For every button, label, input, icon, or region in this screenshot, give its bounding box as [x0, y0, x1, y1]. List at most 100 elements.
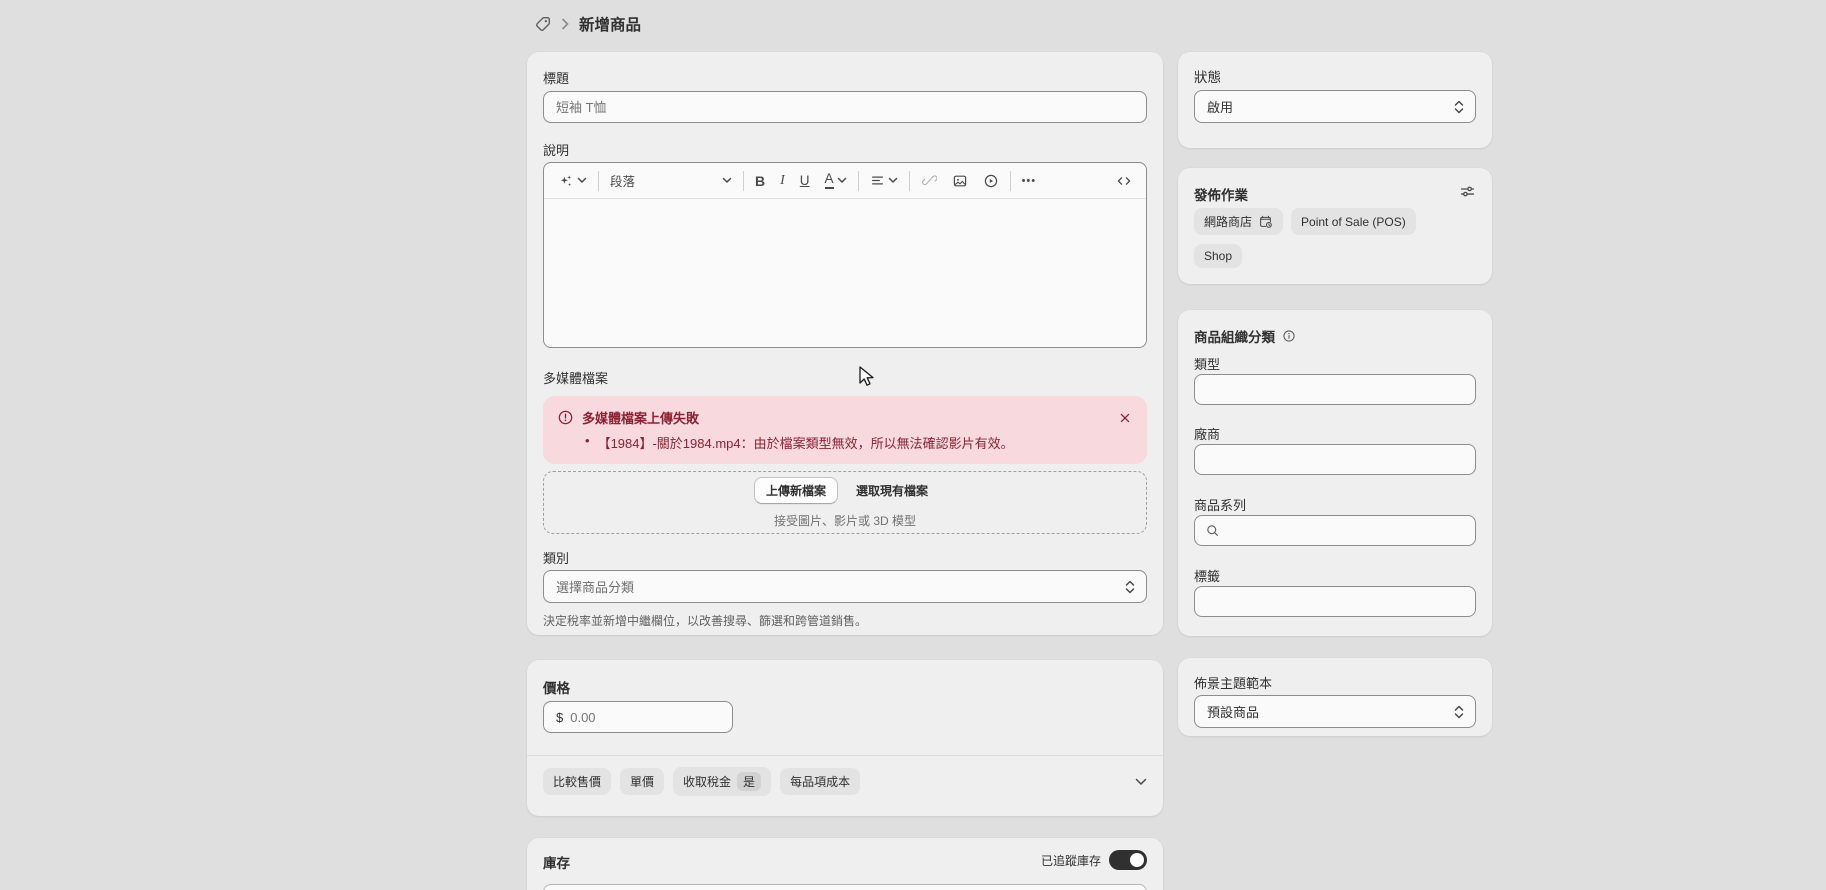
chevron-down-icon — [577, 177, 587, 184]
close-icon[interactable] — [1117, 410, 1133, 426]
status-select-value: 啟用 — [1207, 97, 1233, 116]
toolbar-separator — [909, 171, 910, 191]
status-card: 狀態 啟用 — [1178, 52, 1492, 148]
toolbar-separator — [858, 171, 859, 191]
paragraph-style-dropdown[interactable]: 段落 — [606, 168, 736, 193]
underline-button[interactable]: U — [796, 170, 814, 191]
product-form-card: 標題 說明 段落 — [527, 52, 1163, 635]
chevron-down-icon — [837, 177, 847, 184]
category-select[interactable]: 選擇商品分類 — [543, 570, 1147, 603]
breadcrumb: 新增商品 — [534, 13, 641, 35]
media-dropzone[interactable]: 上傳新檔案 選取現有檔案 接受圖片、影片或 3D 模型 — [543, 471, 1147, 534]
category-label: 類別 — [543, 548, 569, 567]
channel-pos-chip[interactable]: Point of Sale (POS) — [1291, 208, 1416, 235]
channel-shop-chip[interactable]: Shop — [1194, 244, 1242, 268]
description-content-area[interactable] — [544, 199, 1146, 347]
vendor-label: 廠商 — [1194, 424, 1220, 443]
pricing-chips-row: 比較售價 單價 收取稅金 是 每品項成本 — [543, 767, 1147, 796]
align-icon — [870, 173, 885, 188]
pricing-card: 價格 $ 比較售價 單價 收取稅金 是 每品項成本 — [527, 660, 1163, 816]
title-label: 標題 — [543, 68, 569, 87]
image-icon — [952, 173, 968, 189]
link-icon — [921, 173, 937, 189]
theme-template-value: 預設商品 — [1207, 702, 1259, 721]
chevron-down-icon — [722, 177, 732, 184]
chevron-down-icon[interactable] — [1135, 778, 1147, 786]
currency-prefix: $ — [556, 710, 563, 725]
type-input[interactable] — [1194, 374, 1476, 405]
inventory-field-partial[interactable] — [543, 884, 1147, 890]
pricing-heading: 價格 — [543, 677, 570, 697]
calendar-clock-icon — [1258, 214, 1273, 229]
inventory-card: 庫存 已追蹤庫存 — [527, 838, 1163, 890]
pricing-divider — [527, 755, 1163, 756]
vendor-input[interactable] — [1194, 444, 1476, 475]
dropzone-hint: 接受圖片、影片或 3D 模型 — [774, 512, 916, 529]
bold-button[interactable]: B — [751, 170, 769, 192]
description-label: 說明 — [543, 140, 569, 159]
select-caret-icon — [1453, 100, 1465, 114]
tag-icon[interactable] — [534, 15, 552, 33]
collections-label: 商品系列 — [1194, 495, 1246, 514]
more-options-button[interactable]: ••• — [1018, 172, 1041, 190]
video-play-icon — [983, 173, 999, 189]
theme-template-heading: 佈景主題範本 — [1194, 673, 1272, 692]
alignment-button[interactable] — [866, 170, 902, 191]
inventory-tracked-label: 已追蹤庫存 — [1041, 852, 1101, 869]
show-html-button[interactable] — [1112, 170, 1136, 192]
search-icon — [1205, 523, 1220, 538]
select-existing-file-button[interactable]: 選取現有檔案 — [848, 478, 936, 503]
paragraph-style-label: 段落 — [610, 171, 635, 190]
chevron-down-icon — [888, 177, 898, 184]
magic-sparkle-icon — [558, 173, 574, 189]
inventory-tracked-control: 已追蹤庫存 — [1041, 850, 1147, 870]
price-input-wrap[interactable]: $ — [543, 701, 733, 733]
charge-tax-chip[interactable]: 收取稅金 是 — [673, 767, 771, 796]
error-bullet: • — [585, 433, 590, 452]
toggle-knob — [1130, 853, 1144, 867]
publishing-heading: 發佈作業 — [1194, 184, 1248, 204]
text-color-button[interactable]: A — [821, 169, 851, 192]
media-label: 多媒體檔案 — [543, 368, 608, 387]
code-icon — [1116, 173, 1132, 189]
adjust-sliders-icon[interactable] — [1459, 183, 1476, 200]
inventory-tracked-toggle[interactable] — [1109, 850, 1147, 870]
toolbar-separator — [743, 171, 744, 191]
chip-label: Shop — [1204, 249, 1232, 263]
italic-button[interactable]: I — [776, 170, 789, 192]
chip-label: 收取稅金 — [683, 773, 731, 790]
upload-new-file-button[interactable]: 上傳新檔案 — [754, 477, 838, 504]
info-icon[interactable] — [1282, 329, 1296, 343]
insert-link-button[interactable] — [917, 170, 941, 192]
tags-label: 標籤 — [1194, 566, 1220, 585]
unit-price-chip[interactable]: 單價 — [620, 768, 664, 795]
editor-toolbar: 段落 B I U A — [544, 163, 1146, 199]
collections-search-input[interactable] — [1194, 515, 1476, 546]
tags-input[interactable] — [1194, 586, 1476, 617]
chip-label: 每品項成本 — [790, 773, 850, 790]
description-editor: 段落 B I U A — [543, 162, 1147, 348]
price-input[interactable] — [570, 710, 690, 725]
text-color-icon: A — [825, 172, 834, 189]
breadcrumb-chevron-icon — [561, 18, 570, 30]
cost-per-item-chip[interactable]: 每品項成本 — [780, 768, 860, 795]
status-heading: 狀態 — [1194, 66, 1221, 86]
organization-card: 商品組織分類 類型 廠商 商品系列 標籤 — [1178, 310, 1492, 636]
theme-template-select[interactable]: 預設商品 — [1194, 695, 1476, 728]
insert-video-button[interactable] — [979, 170, 1003, 192]
status-select[interactable]: 啟用 — [1194, 90, 1476, 123]
type-label: 類型 — [1194, 354, 1220, 373]
alert-circle-icon — [557, 409, 574, 426]
publishing-chips-row1: 網路商店 Point of Sale (POS) — [1194, 208, 1416, 235]
title-input[interactable] — [543, 91, 1147, 123]
insert-image-button[interactable] — [948, 170, 972, 192]
more-dots-icon: ••• — [1022, 175, 1037, 187]
select-caret-icon — [1453, 705, 1465, 719]
channel-online-store-chip[interactable]: 網路商店 — [1194, 208, 1283, 235]
publishing-chips-row2: Shop — [1194, 244, 1242, 268]
organization-heading: 商品組織分類 — [1194, 326, 1275, 346]
ai-magic-button[interactable] — [554, 170, 591, 192]
error-banner-title: 多媒體檔案上傳失敗 — [582, 408, 699, 427]
compare-at-price-chip[interactable]: 比較售價 — [543, 768, 611, 795]
chip-label: 網路商店 — [1204, 213, 1252, 230]
